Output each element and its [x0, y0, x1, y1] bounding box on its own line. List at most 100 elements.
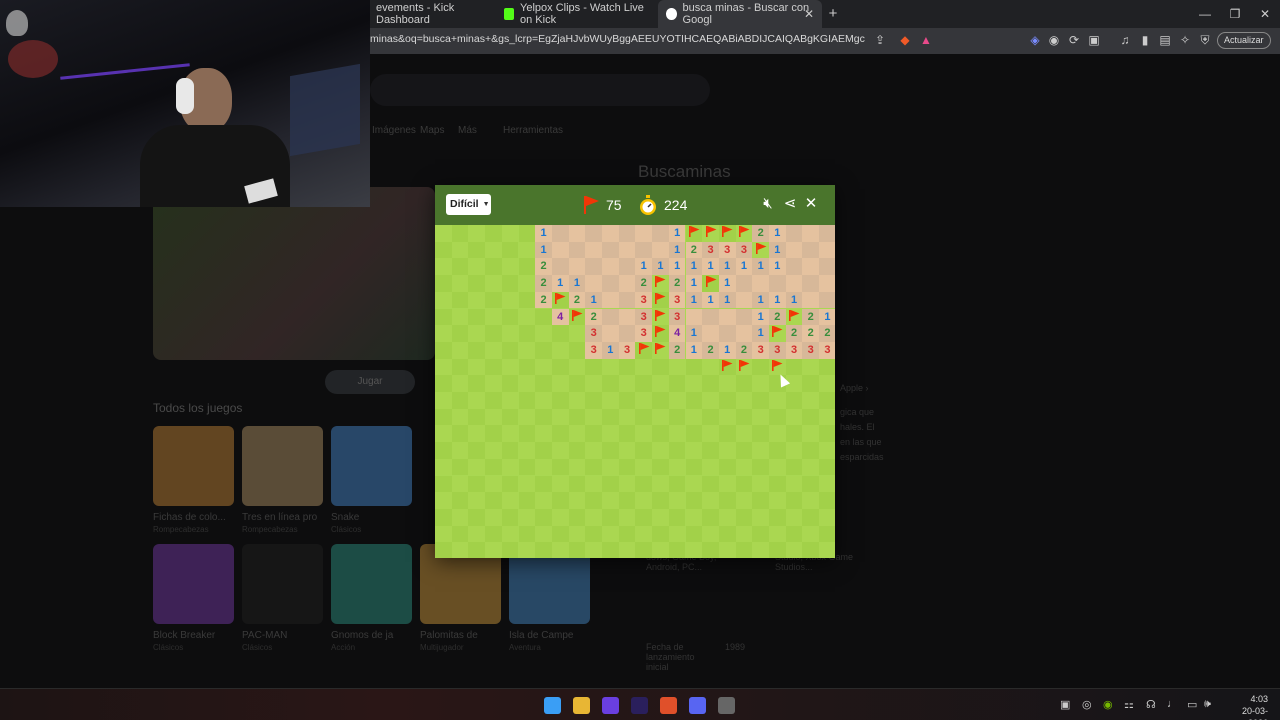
covered-cell[interactable]: [668, 375, 686, 392]
covered-cell[interactable]: [485, 358, 502, 376]
covered-cell[interactable]: [535, 542, 552, 558]
flag-icon[interactable]: [652, 341, 669, 359]
covered-cell[interactable]: [451, 492, 469, 509]
covered-cell[interactable]: [735, 425, 753, 443]
covered-cell[interactable]: [468, 475, 486, 493]
covered-cell[interactable]: [451, 341, 469, 359]
covered-cell[interactable]: [451, 291, 469, 309]
covered-cell[interactable]: [518, 542, 536, 558]
covered-cell[interactable]: [635, 375, 653, 392]
number-cell[interactable]: 1: [568, 275, 586, 292]
covered-cell[interactable]: [819, 442, 835, 459]
empty-cell[interactable]: [551, 241, 569, 259]
covered-cell[interactable]: [652, 442, 669, 459]
empty-cell[interactable]: [718, 325, 736, 342]
empty-cell[interactable]: [785, 258, 803, 276]
covered-cell[interactable]: [769, 425, 786, 443]
covered-cell[interactable]: [535, 408, 552, 426]
flag-icon[interactable]: [652, 275, 669, 292]
restore-button[interactable]: ❐: [1220, 0, 1250, 28]
covered-cell[interactable]: [668, 408, 686, 426]
covered-cell[interactable]: [451, 308, 469, 326]
obs-icon[interactable]: [602, 697, 619, 714]
covered-cell[interactable]: [735, 375, 753, 392]
covered-cell[interactable]: [501, 392, 519, 409]
empty-cell[interactable]: [819, 258, 835, 276]
covered-cell[interactable]: [485, 325, 502, 342]
covered-cell[interactable]: [501, 241, 519, 259]
covered-cell[interactable]: [518, 325, 536, 342]
covered-cell[interactable]: [568, 458, 586, 476]
covered-cell[interactable]: [769, 442, 786, 459]
nav-item[interactable]: Maps: [420, 125, 444, 136]
number-cell[interactable]: 1: [819, 308, 835, 326]
covered-cell[interactable]: [718, 525, 736, 543]
covered-cell[interactable]: [568, 408, 586, 426]
empty-cell[interactable]: [802, 291, 820, 309]
covered-cell[interactable]: [518, 508, 536, 526]
flag-icon[interactable]: [652, 291, 669, 309]
number-cell[interactable]: 1: [685, 325, 703, 342]
flag-icon[interactable]: [652, 308, 669, 326]
covered-cell[interactable]: [652, 458, 669, 476]
covered-cell[interactable]: [518, 492, 536, 509]
empty-cell[interactable]: [585, 225, 602, 242]
covered-cell[interactable]: [652, 508, 669, 526]
covered-cell[interactable]: [435, 375, 452, 392]
covered-cell[interactable]: [485, 225, 502, 242]
number-cell[interactable]: 3: [802, 341, 820, 359]
covered-cell[interactable]: [735, 475, 753, 493]
covered-cell[interactable]: [802, 458, 820, 476]
covered-cell[interactable]: [718, 542, 736, 558]
number-cell[interactable]: 4: [668, 325, 686, 342]
covered-cell[interactable]: [585, 425, 602, 443]
covered-cell[interactable]: [535, 442, 552, 459]
flag-icon[interactable]: [769, 325, 786, 342]
empty-cell[interactable]: [602, 225, 619, 242]
windows-start-icon[interactable]: [544, 697, 561, 714]
covered-cell[interactable]: [468, 408, 486, 426]
covered-cell[interactable]: [468, 425, 486, 443]
empty-cell[interactable]: [752, 275, 769, 292]
covered-cell[interactable]: [518, 225, 536, 242]
covered-cell[interactable]: [551, 475, 569, 493]
covered-cell[interactable]: [802, 475, 820, 493]
covered-cell[interactable]: [435, 275, 452, 292]
number-cell[interactable]: 2: [819, 325, 835, 342]
covered-cell[interactable]: [802, 542, 820, 558]
covered-cell[interactable]: [685, 392, 703, 409]
covered-cell[interactable]: [785, 458, 803, 476]
nav-item[interactable]: Imágenes: [372, 125, 416, 136]
game-card[interactable]: Palomitas de Multijugador: [420, 544, 501, 652]
covered-cell[interactable]: [451, 325, 469, 342]
empty-cell[interactable]: [735, 275, 753, 292]
number-cell[interactable]: 2: [668, 341, 686, 359]
number-cell[interactable]: 2: [568, 291, 586, 309]
covered-cell[interactable]: [468, 458, 486, 476]
brave-shield-icon[interactable]: ◆: [897, 32, 913, 48]
covered-cell[interactable]: [535, 425, 552, 443]
covered-cell[interactable]: [518, 525, 536, 543]
empty-cell[interactable]: [685, 308, 703, 326]
covered-cell[interactable]: [485, 392, 502, 409]
covered-cell[interactable]: [702, 492, 719, 509]
number-cell[interactable]: 1: [635, 258, 653, 276]
covered-cell[interactable]: [635, 525, 653, 543]
number-cell[interactable]: 1: [685, 341, 703, 359]
covered-cell[interactable]: [435, 442, 452, 459]
update-button[interactable]: Actualizar: [1217, 32, 1271, 49]
covered-cell[interactable]: [618, 392, 636, 409]
covered-cell[interactable]: [635, 358, 653, 376]
covered-cell[interactable]: [685, 508, 703, 526]
empty-cell[interactable]: [819, 291, 835, 309]
covered-cell[interactable]: [535, 508, 552, 526]
number-cell[interactable]: 1: [718, 341, 736, 359]
empty-cell[interactable]: [602, 308, 619, 326]
covered-cell[interactable]: [568, 525, 586, 543]
premiere-icon[interactable]: [631, 697, 648, 714]
covered-cell[interactable]: [652, 392, 669, 409]
covered-cell[interactable]: [518, 241, 536, 259]
covered-cell[interactable]: [551, 508, 569, 526]
covered-cell[interactable]: [652, 492, 669, 509]
covered-cell[interactable]: [451, 392, 469, 409]
